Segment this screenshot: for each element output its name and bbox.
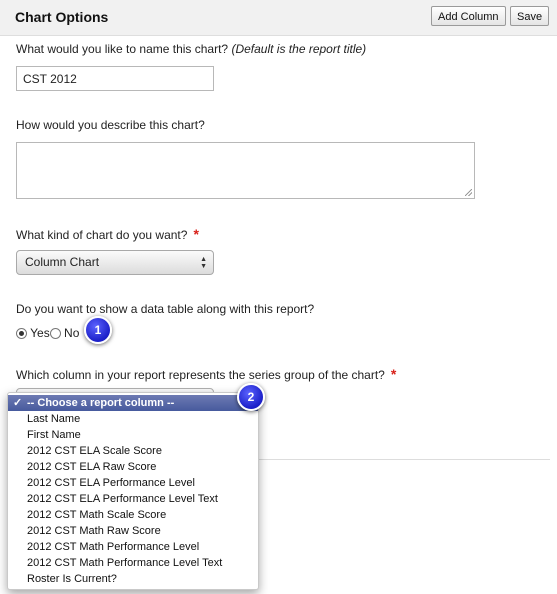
- dropdown-option[interactable]: 2012 CST Math Scale Score: [8, 507, 258, 523]
- series-column-label: Which column in your report represents t…: [16, 366, 396, 382]
- checkmark-icon: ✓: [13, 397, 23, 409]
- chart-type-select[interactable]: Column Chart ▲ ▼: [16, 250, 214, 275]
- dropdown-option-choose[interactable]: ✓ -- Choose a report column --: [8, 395, 258, 411]
- dropdown-option[interactable]: 2012 CST ELA Raw Score: [8, 459, 258, 475]
- required-asterisk: *: [193, 226, 199, 242]
- chart-name-input[interactable]: [16, 66, 214, 91]
- dropdown-option[interactable]: First Name: [8, 427, 258, 443]
- yes-radio-label[interactable]: Yes: [30, 326, 50, 340]
- chart-name-question: What would you like to name this chart?: [16, 42, 229, 56]
- series-column-dropdown-menu: ✓ -- Choose a report column -- Last Name…: [7, 392, 259, 590]
- data-table-radio-group: Yes No: [16, 326, 79, 342]
- callout-badge-2: 2: [237, 383, 265, 411]
- yes-radio[interactable]: [16, 328, 27, 339]
- page-title: Chart Options: [15, 9, 109, 25]
- series-column-question: Which column in your report represents t…: [16, 368, 385, 382]
- required-asterisk: *: [390, 366, 397, 382]
- dropdown-option[interactable]: Last Name: [8, 411, 258, 427]
- chart-options-header: Chart Options Add Column Save: [0, 0, 557, 36]
- dropdown-option[interactable]: 2012 CST Math Performance Level Text: [8, 555, 258, 571]
- no-radio-label[interactable]: No: [64, 326, 79, 340]
- dropdown-option[interactable]: 2012 CST ELA Performance Level Text: [8, 491, 258, 507]
- chart-type-question: What kind of chart do you want?: [16, 228, 188, 242]
- callout-badge-1: 1: [84, 316, 112, 344]
- dropdown-option[interactable]: 2012 CST ELA Performance Level: [8, 475, 258, 491]
- dropdown-option[interactable]: 2012 CST ELA Scale Score: [8, 443, 258, 459]
- chart-name-label: What would you like to name this chart? …: [16, 42, 366, 56]
- dropdown-option[interactable]: Roster Is Current?: [8, 571, 258, 587]
- chart-description-label: How would you describe this chart?: [16, 118, 205, 132]
- chart-name-hint: (Default is the report title): [231, 42, 367, 56]
- data-table-label: Do you want to show a data table along w…: [16, 302, 315, 316]
- add-column-button[interactable]: Add Column: [431, 6, 506, 26]
- resize-grip-icon[interactable]: [465, 189, 472, 196]
- updown-arrows-icon: ▲ ▼: [200, 256, 207, 270]
- chart-type-selected-value: Column Chart: [25, 255, 100, 269]
- chart-description-textarea[interactable]: [16, 142, 475, 199]
- option-label: -- Choose a report column --: [27, 397, 175, 409]
- chart-type-label: What kind of chart do you want? *: [16, 226, 199, 242]
- dropdown-option[interactable]: 2012 CST Math Performance Level: [8, 539, 258, 555]
- dropdown-option[interactable]: 2012 CST Math Raw Score: [8, 523, 258, 539]
- no-radio[interactable]: [49, 328, 61, 339]
- save-button[interactable]: Save: [510, 6, 550, 26]
